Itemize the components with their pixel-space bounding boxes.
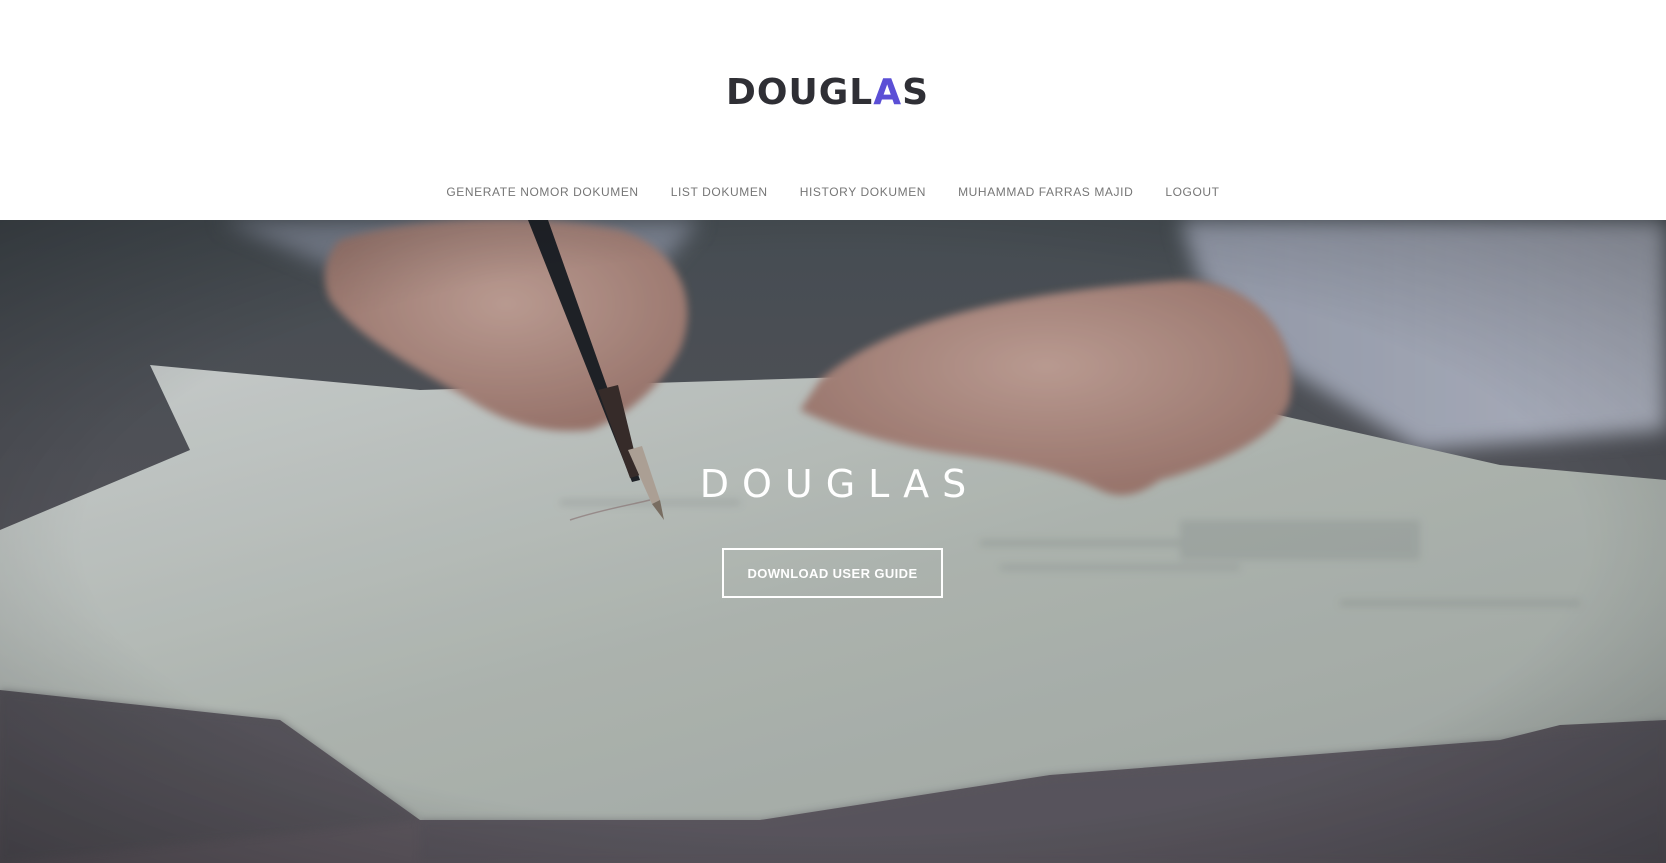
brand-logo[interactable]: DOUGLAS [726,74,941,112]
download-user-guide-button[interactable]: DOWNLOAD USER GUIDE [722,548,943,598]
site-header: DOUGLAS GENERATE NOMOR DOKUMEN LIST DOKU… [0,0,1666,220]
logo-wordmark: DOUGLAS [726,72,930,113]
hero-title: DOUGLAS [699,462,980,506]
nav-list-dokumen[interactable]: LIST DOKUMEN [671,180,768,204]
nav-user-name[interactable]: MUHAMMAD FARRAS MAJID [958,180,1133,204]
nav-logout[interactable]: LOGOUT [1165,180,1219,204]
hero-section: DOUGLAS DOWNLOAD USER GUIDE [0,220,1666,863]
nav-history-dokumen[interactable]: HISTORY DOKUMEN [800,180,926,204]
main-nav: GENERATE NOMOR DOKUMEN LIST DOKUMEN HIST… [0,180,1666,204]
nav-generate-nomor-dokumen[interactable]: GENERATE NOMOR DOKUMEN [446,180,638,204]
hero-overlay [0,220,1666,863]
